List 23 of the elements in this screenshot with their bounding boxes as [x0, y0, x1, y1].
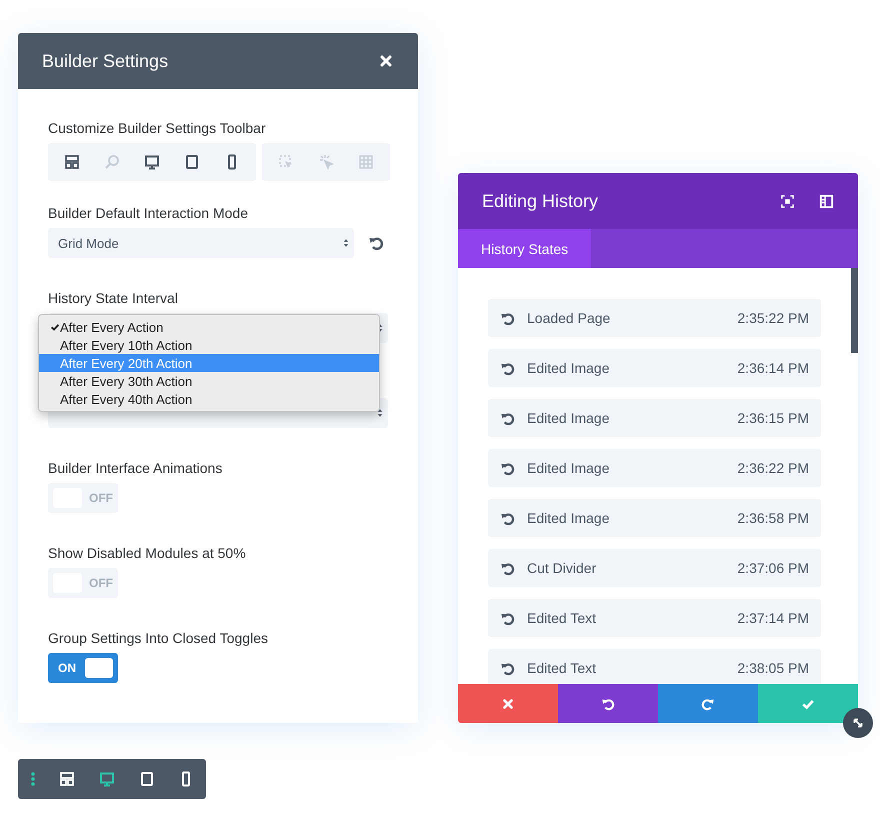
panel-title: Builder Settings	[42, 50, 168, 72]
dropdown-option[interactable]: After Every 40th Action	[39, 390, 379, 408]
toggle-switch[interactable]: ON	[48, 653, 118, 683]
history-item[interactable]: Edited Image 2:36:14 PM	[488, 349, 821, 387]
panel-title: Editing History	[482, 190, 598, 212]
setting-label: Group Settings Into Closed Toggles	[48, 630, 269, 647]
history-item[interactable]: Edited Image 2:36:15 PM	[488, 399, 821, 437]
history-item[interactable]: Cut Divider 2:37:06 PM	[488, 549, 821, 587]
select-field[interactable]: Grid Mode	[48, 228, 354, 258]
dropdown-option[interactable]: After Every 30th Action	[39, 372, 379, 390]
setting-label: Builder Interface Animations	[48, 460, 224, 477]
setting-label: Customize Builder Settings Toolbar	[48, 120, 267, 137]
history-item[interactable]: Edited Image 2:36:58 PM	[488, 499, 821, 537]
history-item[interactable]: Edited Text 2:38:05 PM	[488, 649, 821, 684]
setting-label: History State Interval	[48, 290, 179, 307]
dropdown-option[interactable]: After Every 10th Action	[39, 336, 379, 354]
history-item[interactable]: Edited Image 2:36:22 PM	[488, 449, 821, 487]
tab[interactable]: History States	[458, 229, 592, 268]
dropdown-option[interactable]: After Every Action	[39, 318, 379, 336]
setting-label: Builder Default Interaction Mode	[48, 205, 249, 222]
history-item[interactable]: Loaded Page 2:35:22 PM	[488, 299, 821, 337]
history-item[interactable]: Edited Text 2:37:14 PM	[488, 599, 821, 637]
setting-label: Show Disabled Modules at 50%	[48, 545, 247, 562]
